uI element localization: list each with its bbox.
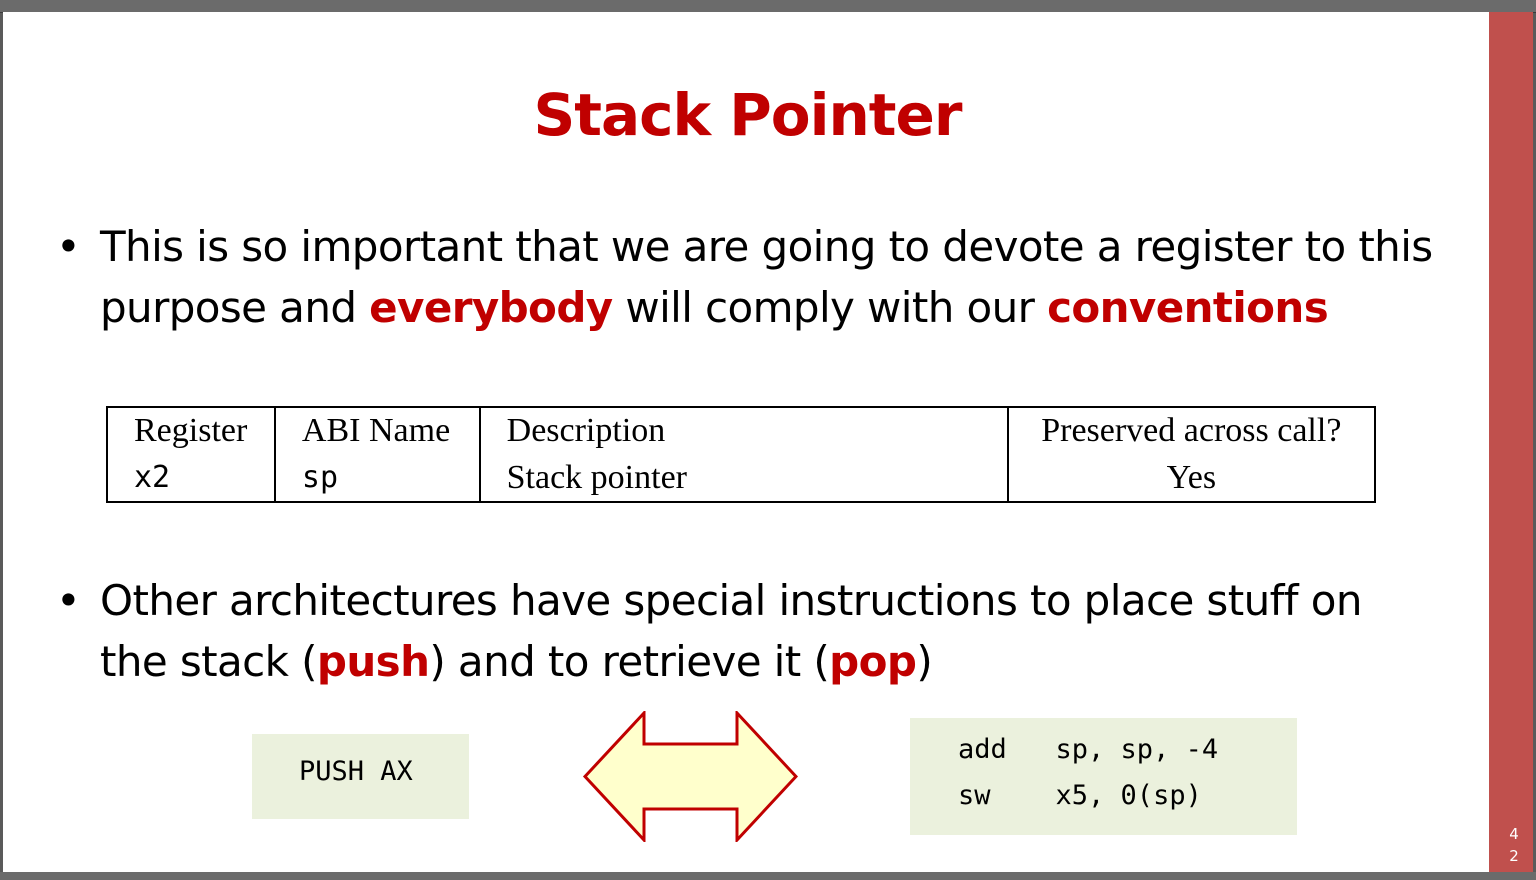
cell-abi-name: sp: [273, 454, 481, 502]
highlight-everybody: everybody: [369, 283, 613, 332]
text-run: ): [916, 637, 933, 686]
cell-description: Stack pointer: [478, 454, 1009, 502]
text-run: ) and to retrieve it (: [429, 637, 830, 686]
table-row: x2 sp Stack pointer Yes: [106, 454, 1377, 502]
header-preserved: Preserved across call?: [1006, 407, 1377, 455]
bullet-marker: •: [56, 576, 81, 625]
header-description: Description: [478, 407, 1009, 455]
text-run: the stack (: [100, 637, 318, 686]
text-run: will comply with our: [612, 283, 1048, 332]
bullet-point-2: • Other architectures have special instr…: [56, 570, 1476, 700]
code-box-push: PUSH AX: [252, 734, 469, 819]
cell-register: x2: [106, 454, 276, 502]
code-line: add sp, sp, -4: [958, 734, 1219, 765]
bullet-point-1: • This is so important that we are going…: [56, 216, 1476, 346]
bullet-marker: •: [56, 222, 81, 271]
arrow-shape: [582, 711, 798, 842]
code-box-riscv: add sp, sp, -4 sw x5, 0(sp): [910, 718, 1297, 835]
bullet-line-2: the stack (push) and to retrieve it (pop…: [100, 631, 1362, 692]
window-bottom-border: [0, 872, 1536, 880]
header-register: Register: [106, 407, 276, 455]
page-number-digit: 2: [1509, 847, 1519, 865]
code-line: PUSH AX: [299, 756, 413, 787]
highlight-conventions: conventions: [1047, 283, 1329, 332]
highlight-pop: pop: [829, 637, 917, 686]
bullet-line-1: This is so important that we are going t…: [100, 222, 1433, 271]
slide-title: Stack Pointer: [533, 81, 963, 149]
bullet-line-2: purpose and everybody will comply with o…: [100, 277, 1433, 338]
register-table: Register ABI Name Description Preserved …: [106, 406, 1377, 503]
code-line: sw x5, 0(sp): [958, 780, 1202, 811]
table-header-row: Register ABI Name Description Preserved …: [106, 407, 1377, 455]
double-headed-arrow-icon: [582, 711, 798, 842]
page-number-digit: 4: [1509, 825, 1519, 843]
cell-preserved: Yes: [1006, 454, 1377, 502]
slide-sidebar: [1489, 12, 1533, 872]
page-number: 4 2: [1507, 823, 1521, 867]
text-run: purpose and: [100, 283, 370, 332]
bullet-text: Other architectures have special instruc…: [100, 570, 1362, 692]
bullet-line-1: Other architectures have special instruc…: [100, 576, 1362, 625]
bullet-text: This is so important that we are going t…: [100, 216, 1433, 338]
highlight-push: push: [316, 637, 430, 686]
header-abi-name: ABI Name: [273, 407, 481, 455]
